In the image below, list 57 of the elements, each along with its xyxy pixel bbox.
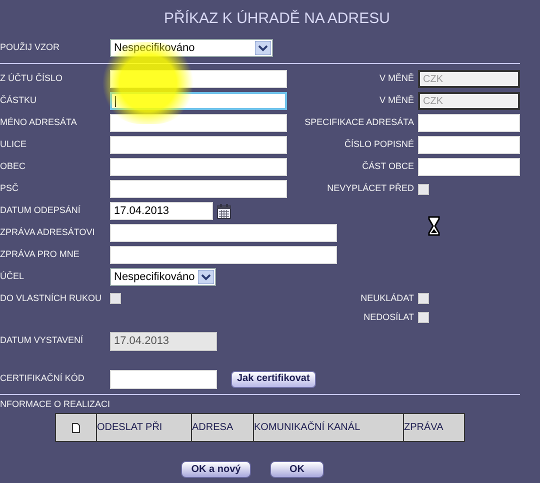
field-label: ČÍSLO POPISNÉ xyxy=(344,138,414,152)
column-header: ODESLAT PŘI xyxy=(97,414,192,441)
checkbox[interactable] xyxy=(418,184,429,194)
text-cursor xyxy=(115,96,116,106)
form-title: PŘÍKAZ K ÚHRADĚ NA ADRESU xyxy=(164,10,390,27)
date-field: 17.04.2013 xyxy=(110,332,217,350)
field-label: NEUKLÁDAT xyxy=(360,292,414,305)
field-label: DATUM ODEPSÁNÍ xyxy=(0,205,80,216)
checkbox[interactable] xyxy=(110,293,121,304)
calendar-icon[interactable] xyxy=(217,204,231,218)
date-field[interactable]: 17.04.2013 xyxy=(110,202,213,220)
ok-button[interactable]: OK a nový xyxy=(181,461,251,478)
certify-button[interactable]: Jak certifikovat xyxy=(231,370,316,388)
input-field[interactable] xyxy=(110,224,337,242)
input-field[interactable] xyxy=(110,70,287,88)
checkbox[interactable] xyxy=(418,293,429,304)
dropdown[interactable]: Nespecifikováno xyxy=(110,39,273,57)
input-field[interactable] xyxy=(110,136,287,154)
input-field[interactable] xyxy=(110,92,287,110)
input-field[interactable] xyxy=(110,114,287,132)
field-label: V MĚNĚ xyxy=(379,72,414,86)
input-field[interactable] xyxy=(110,180,287,198)
input-field[interactable] xyxy=(110,158,287,176)
checkbox[interactable] xyxy=(418,312,429,323)
input-field[interactable] xyxy=(110,370,217,388)
field-label: ÚČEL xyxy=(0,271,24,282)
field-label: V MĚNĚ xyxy=(379,94,414,108)
field-label: CERTIFIKAČNÍ KÓD xyxy=(0,373,84,384)
field-label: OBEC xyxy=(0,161,26,172)
field-label: ZPRÁVA PRO MNE xyxy=(0,249,80,260)
column-header: ZPRÁVA xyxy=(404,420,444,435)
document-icon[interactable] xyxy=(72,422,80,432)
dropdown-arrow-icon[interactable] xyxy=(198,270,214,284)
field-label: SPECIFIKACE ADRESÁTA xyxy=(304,116,414,130)
field-label: Z ÚČTU ČÍSLO xyxy=(0,73,63,84)
field-label: ZPRÁVA ADRESÁTOVI xyxy=(0,227,95,238)
column-header: ADRESA xyxy=(192,414,254,441)
field-label: NEDOSÍLAT xyxy=(364,310,414,324)
field-label: ČÁST OBCE xyxy=(362,160,414,174)
hourglass-icon xyxy=(428,216,440,236)
section-title: NFORMACE O REALIZACI xyxy=(0,398,110,412)
field-label: PSČ xyxy=(0,183,19,194)
input-field[interactable] xyxy=(418,114,520,132)
input-field[interactable] xyxy=(110,246,337,264)
column-header: KOMUNIKAČNÍ KANÁL xyxy=(254,414,404,441)
ok-button[interactable]: OK xyxy=(270,461,324,478)
field-label: MÉNO ADRESÁTA xyxy=(0,117,77,128)
field-label: ULICE xyxy=(0,139,27,150)
dropdown[interactable]: Nespecifikováno xyxy=(110,268,216,286)
input-field[interactable] xyxy=(418,158,520,176)
field-label: POUŽIJ VZOR xyxy=(0,42,60,52)
field-label: DO VLASTNÍCH RUKOU xyxy=(0,292,102,303)
field-label: DATUM VYSTAVENÍ xyxy=(0,335,84,346)
input-field[interactable] xyxy=(418,136,520,154)
dropdown-arrow-icon[interactable] xyxy=(255,41,271,55)
field-label: ČÁSTKU xyxy=(0,95,37,106)
field-label: NEVYPLÁCET PŘED xyxy=(327,182,414,196)
